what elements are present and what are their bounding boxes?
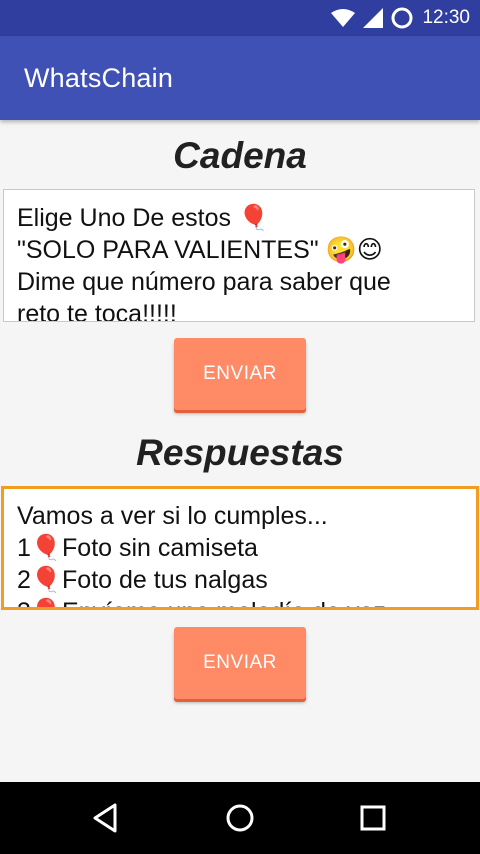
recents-icon[interactable] <box>355 800 391 836</box>
chain-send-button[interactable]: ENVIAR <box>174 338 306 410</box>
status-time: 12:30 <box>422 7 470 28</box>
answers-heading: Respuestas <box>136 432 344 473</box>
status-icons: 12:30 <box>330 0 470 36</box>
back-icon[interactable] <box>88 800 124 836</box>
answers-send-button[interactable]: ENVIAR <box>174 627 306 699</box>
chain-textbox[interactable]: Elige Uno De estos 🎈 "SOLO PARA VALIENTE… <box>3 189 475 322</box>
cell-signal-icon <box>363 8 384 28</box>
app-title: WhatsChain <box>24 63 174 93</box>
wifi-icon <box>331 9 356 27</box>
nav-bar <box>0 782 480 854</box>
answers-textbox[interactable]: Vamos a ver si lo cumples... 1🎈Foto sin … <box>1 486 479 610</box>
status-bar: 12:30 <box>0 0 480 36</box>
app-bar: WhatsChain <box>0 36 480 120</box>
home-icon[interactable] <box>222 800 258 836</box>
chain-heading: Cadena <box>173 135 307 176</box>
circle-icon <box>391 7 413 29</box>
main-content: Cadena Elige Uno De estos 🎈 "SOLO PARA V… <box>0 120 480 782</box>
